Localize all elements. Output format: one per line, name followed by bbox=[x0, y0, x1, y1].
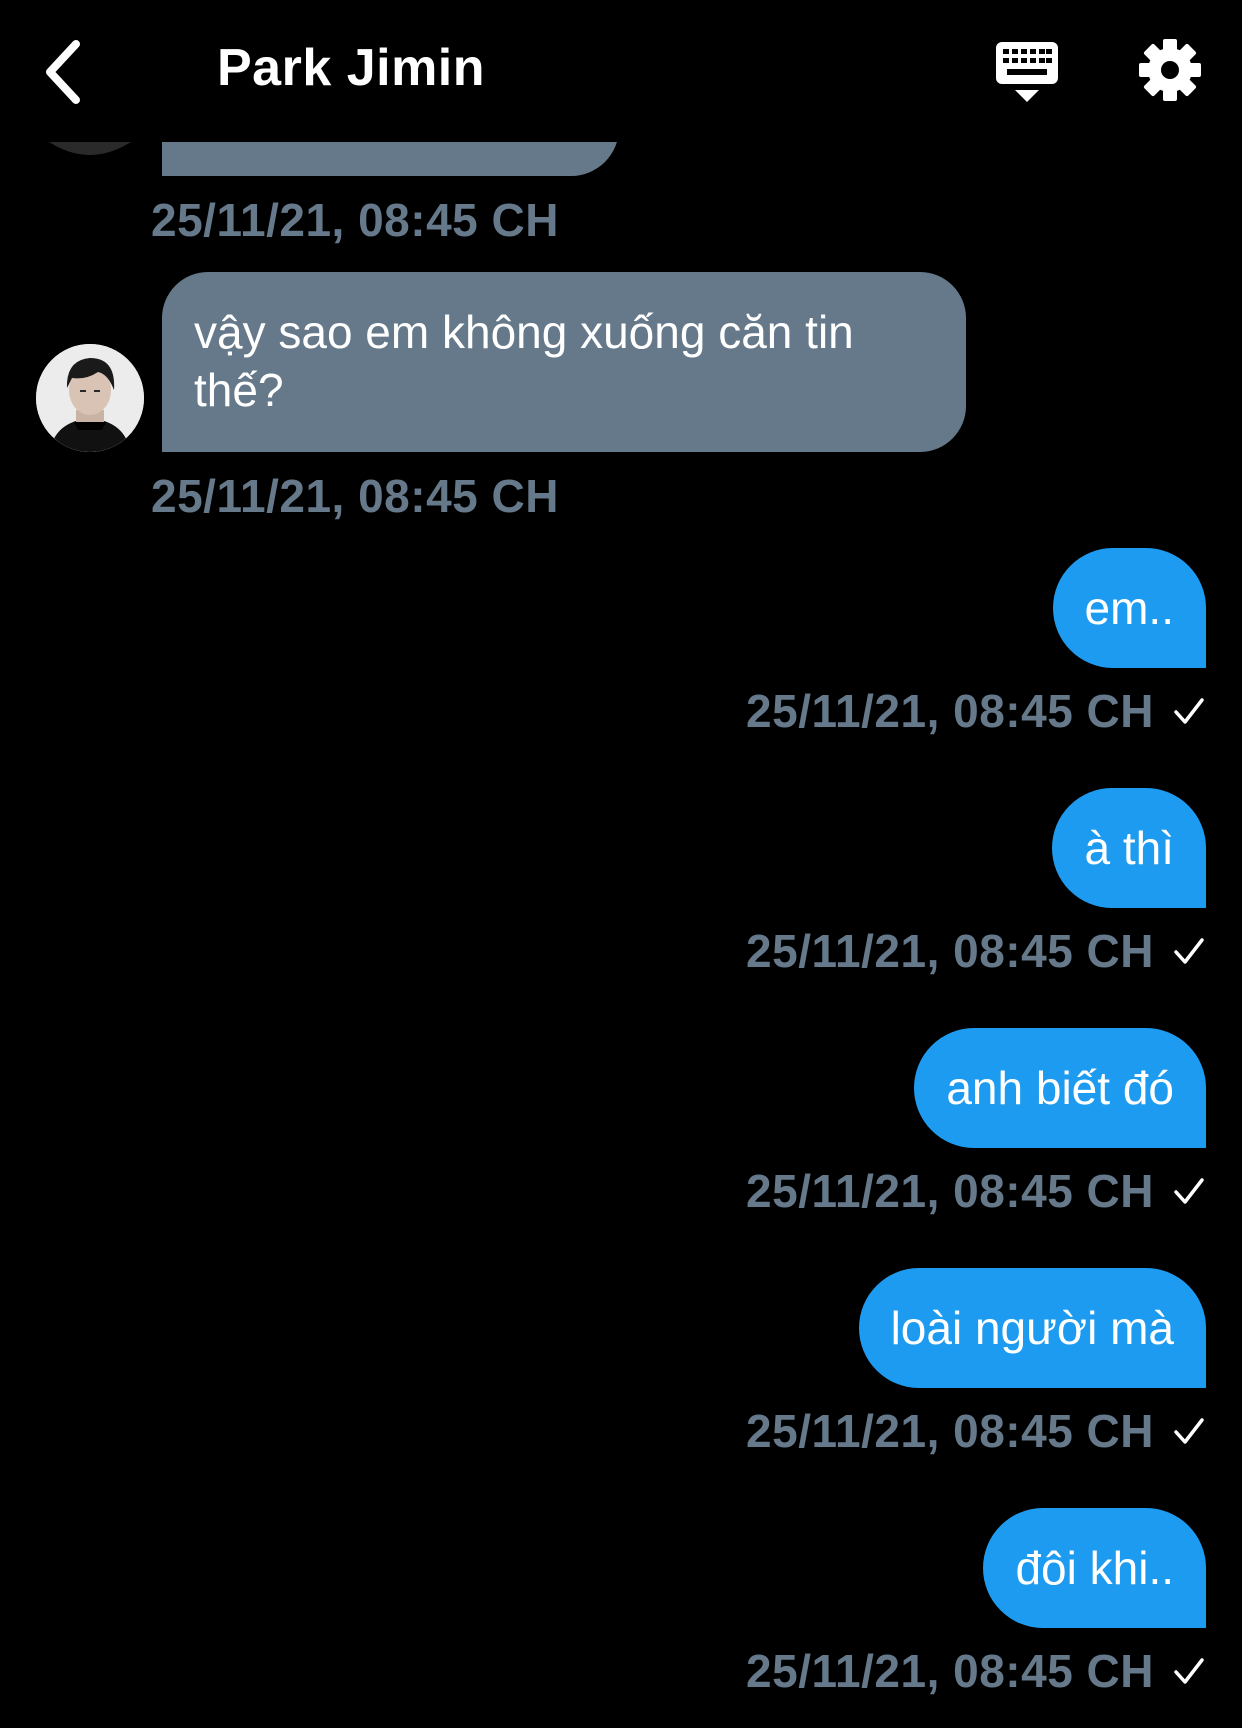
incoming-message-bubble[interactable]: vậy sao em không xuống căn tin thế? bbox=[162, 272, 966, 452]
outgoing-message-bubble[interactable]: à thì bbox=[1052, 788, 1206, 908]
timestamp-text: 25/11/21, 08:45 CH bbox=[746, 685, 1154, 737]
check-icon bbox=[1174, 1418, 1204, 1444]
check-icon bbox=[1174, 1658, 1204, 1684]
message-timestamp: 25/11/21, 08:45 CH bbox=[746, 1164, 1206, 1218]
outgoing-message-bubble[interactable]: loài người mà bbox=[858, 1268, 1206, 1388]
keyboard-icon bbox=[996, 42, 1058, 102]
timestamp-text: 25/11/21, 08:45 CH bbox=[746, 925, 1154, 977]
timestamp-text: 25/11/21, 08:45 CH bbox=[746, 1405, 1154, 1457]
message-timestamp: 25/11/21, 08:45 CH bbox=[746, 924, 1206, 978]
page-title: Park Jimin bbox=[217, 39, 486, 97]
check-icon bbox=[1174, 698, 1204, 724]
check-icon bbox=[1174, 938, 1204, 964]
avatar[interactable] bbox=[36, 344, 144, 452]
back-button[interactable] bbox=[40, 36, 100, 108]
outgoing-message-bubble[interactable]: em.. bbox=[1052, 548, 1206, 668]
outgoing-message-bubble[interactable]: anh biết đó bbox=[914, 1028, 1206, 1148]
timestamp-text: 25/11/21, 08:45 CH bbox=[746, 1645, 1154, 1697]
message-timestamp: 25/11/21, 08:45 CH bbox=[746, 1404, 1206, 1458]
timestamp-text: 25/11/21, 08:45 CH bbox=[746, 1165, 1154, 1217]
chat-header: Park Jimin bbox=[0, 0, 1242, 142]
gear-icon bbox=[1139, 39, 1201, 101]
chevron-left-icon bbox=[46, 40, 80, 104]
message-timestamp: 25/11/21, 08:45 CH bbox=[151, 194, 559, 246]
keyboard-button[interactable] bbox=[994, 40, 1060, 106]
outgoing-message-bubble[interactable]: đôi khi.. bbox=[983, 1508, 1206, 1628]
message-timestamp: 25/11/21, 08:45 CH bbox=[151, 470, 559, 522]
settings-button[interactable] bbox=[1138, 38, 1202, 102]
message-timestamp: 25/11/21, 08:45 CH bbox=[746, 684, 1206, 738]
message-timestamp: 25/11/21, 08:45 CH bbox=[746, 1644, 1206, 1698]
check-icon bbox=[1174, 1178, 1204, 1204]
